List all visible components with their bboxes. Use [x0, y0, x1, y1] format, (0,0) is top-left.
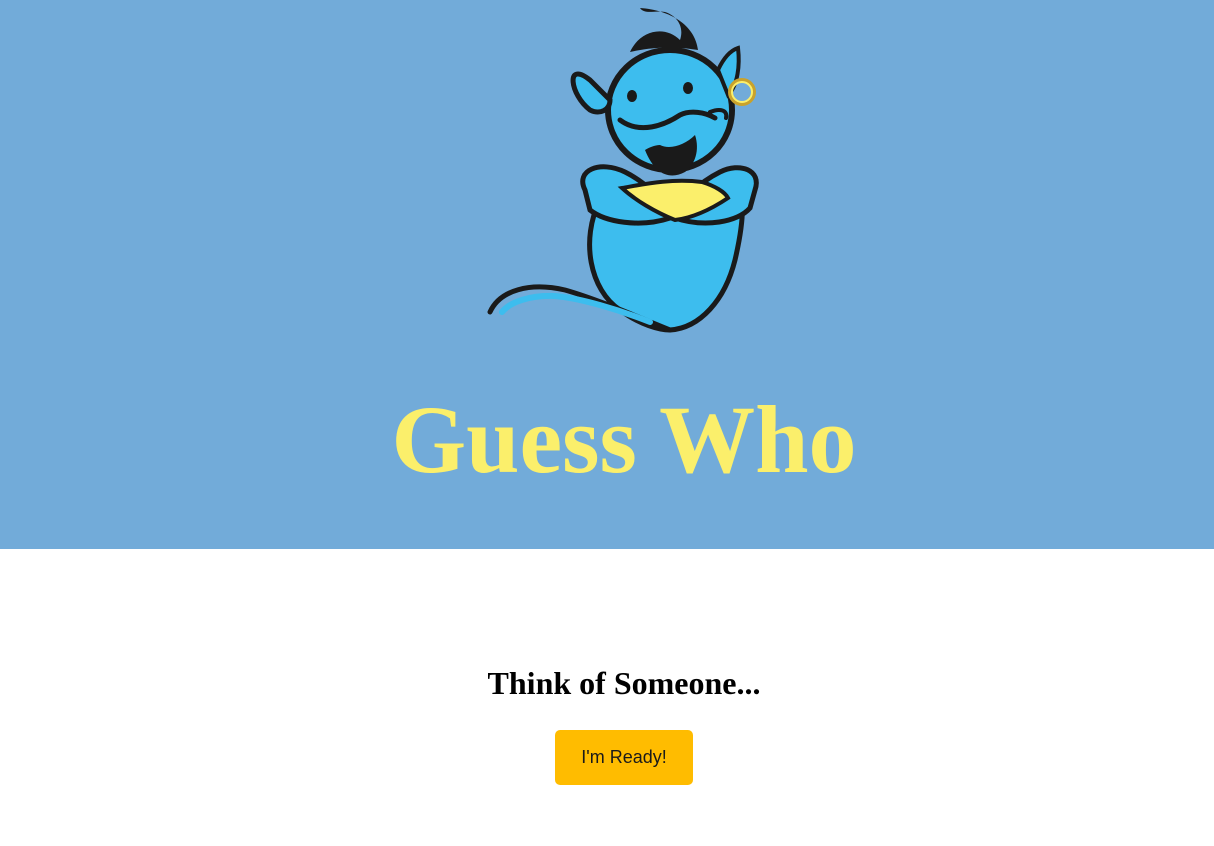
app-title: Guess Who — [391, 386, 857, 493]
main-content: Think of Someone... I'm Ready! — [0, 549, 1214, 846]
genie-icon — [487, 8, 759, 333]
hero-banner: Guess Who — [0, 0, 1214, 549]
prompt-heading: Think of Someone... — [487, 665, 761, 701]
ready-button[interactable]: I'm Ready! — [555, 730, 693, 785]
